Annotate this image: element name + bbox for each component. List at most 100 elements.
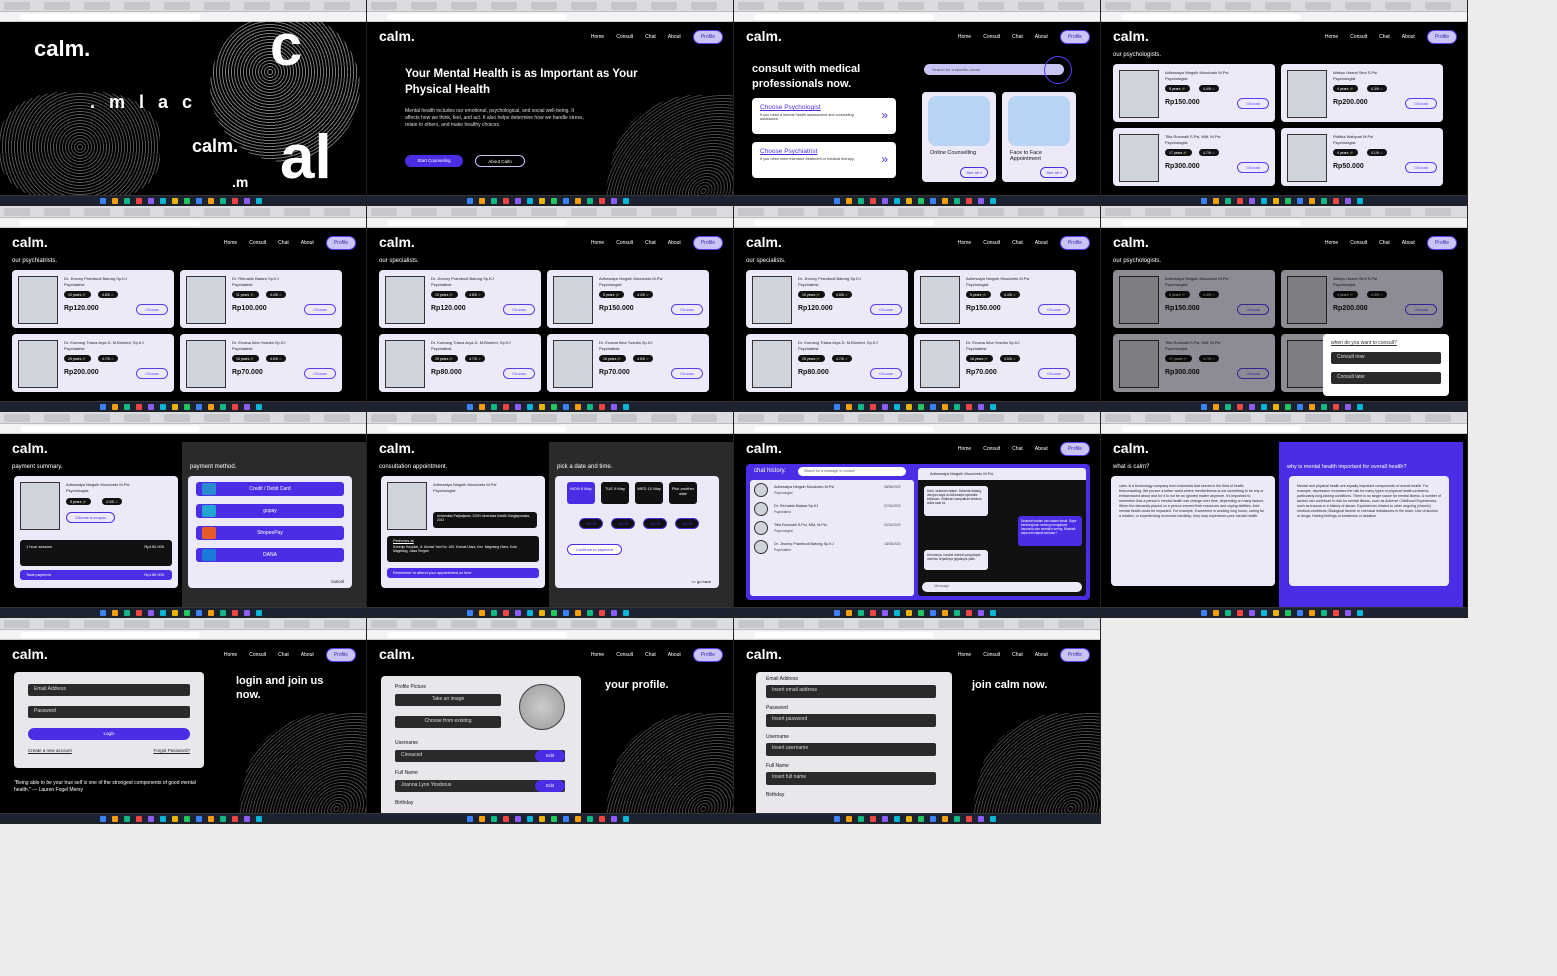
browser-tab[interactable]	[1058, 208, 1084, 216]
browser-tab[interactable]	[4, 208, 30, 216]
nav-home[interactable]: Home	[224, 240, 237, 246]
taskbar-app-icon[interactable]	[479, 404, 485, 410]
take-image-button[interactable]: Take an image	[395, 694, 501, 706]
taskbar-app-icon[interactable]	[527, 404, 533, 410]
create-account-link[interactable]: Create a new account	[28, 748, 72, 753]
logo[interactable]: calm.	[746, 234, 782, 250]
browser-tab[interactable]	[651, 2, 677, 10]
browser-tab[interactable]	[84, 620, 110, 628]
nav-consult[interactable]: Consult	[1350, 34, 1367, 40]
edit-username-button[interactable]: Edit	[535, 750, 565, 762]
taskbar-app-icon[interactable]	[611, 816, 617, 822]
taskbar-app-icon[interactable]	[834, 816, 840, 822]
browser-tab[interactable]	[691, 208, 717, 216]
browser-tab[interactable]	[1018, 620, 1044, 628]
taskbar-app-icon[interactable]	[172, 816, 178, 822]
choose-button[interactable]: Choose	[1405, 98, 1437, 109]
browser-tab[interactable]	[818, 208, 844, 216]
nav-chat[interactable]: Chat	[1379, 34, 1390, 40]
taskbar-app-icon[interactable]	[870, 198, 876, 204]
nav-about[interactable]: About	[1035, 34, 1048, 40]
start-counseling-button[interactable]: Start Counseling	[405, 155, 463, 167]
profile-button[interactable]: Profile	[1059, 442, 1090, 456]
taskbar-app-icon[interactable]	[1309, 610, 1315, 616]
taskbar-app-icon[interactable]	[112, 610, 118, 616]
taskbar-app-icon[interactable]	[1213, 610, 1219, 616]
browser-tab[interactable]	[938, 414, 964, 422]
consult-now-button[interactable]: Consult now	[1331, 352, 1441, 364]
browser-tab[interactable]	[611, 2, 637, 10]
profile-button[interactable]: Profile	[692, 30, 723, 44]
see-all-button[interactable]: See all »	[960, 167, 988, 178]
browser-tab[interactable]	[4, 414, 30, 422]
doctor-card[interactable]: Adhesatya Ningsih Moodoeto M.Psi Psycholo…	[547, 270, 709, 328]
taskbar-app-icon[interactable]	[611, 198, 617, 204]
taskbar-app-icon[interactable]	[244, 198, 250, 204]
browser-tab[interactable]	[1058, 2, 1084, 10]
browser-tab[interactable]	[124, 620, 150, 628]
payment-method-option[interactable]: Credit / Debit Card	[196, 482, 344, 496]
logo[interactable]: calm.	[12, 646, 48, 662]
taskbar-app-icon[interactable]	[100, 198, 106, 204]
taskbar-app-icon[interactable]	[539, 816, 545, 822]
login-button[interactable]: Login	[28, 728, 190, 740]
taskbar-app-icon[interactable]	[587, 816, 593, 822]
browser-tab[interactable]	[1425, 414, 1451, 422]
taskbar-app-icon[interactable]	[160, 610, 166, 616]
url-field[interactable]	[754, 14, 934, 20]
browser-tab[interactable]	[858, 2, 884, 10]
doctor-card[interactable]: Dr. Komang Triana Arya D. M.Biomed, Sp.K…	[379, 334, 541, 392]
payment-method-option[interactable]: gopay	[196, 504, 344, 518]
taskbar-app-icon[interactable]	[551, 610, 557, 616]
see-all-button[interactable]: See all »	[1040, 167, 1068, 178]
taskbar-app-icon[interactable]	[503, 816, 509, 822]
browser-tab[interactable]	[204, 208, 230, 216]
taskbar-app-icon[interactable]	[611, 404, 617, 410]
profile-button[interactable]: Profile	[692, 648, 723, 662]
choose-coupon-button[interactable]: Choose a coupon	[66, 512, 116, 523]
nav-chat[interactable]: Chat	[1012, 446, 1023, 452]
taskbar-app-icon[interactable]	[244, 610, 250, 616]
taskbar-app-icon[interactable]	[100, 610, 106, 616]
taskbar-app-icon[interactable]	[918, 404, 924, 410]
nav-chat[interactable]: Chat	[278, 240, 289, 246]
doctor-card[interactable]: Dr. Reinaldo Batara Sp.KJ Psychiatrist 11 …	[180, 270, 342, 328]
logo[interactable]: calm.	[746, 28, 782, 44]
taskbar-app-icon[interactable]	[1297, 610, 1303, 616]
taskbar-app-icon[interactable]	[930, 404, 936, 410]
browser-tab[interactable]	[1145, 208, 1171, 216]
doctor-card[interactable]: Dr. Jhonny Prambudi Batong Sp.KJ Psychiat…	[746, 270, 908, 328]
browser-tab[interactable]	[778, 208, 804, 216]
nav-home[interactable]: Home	[591, 34, 604, 40]
taskbar-app-icon[interactable]	[1249, 610, 1255, 616]
browser-tab[interactable]	[1425, 2, 1451, 10]
taskbar-app-icon[interactable]	[1345, 198, 1351, 204]
logo[interactable]: calm.	[379, 440, 415, 456]
taskbar-app-icon[interactable]	[894, 404, 900, 410]
browser-tab[interactable]	[1345, 414, 1371, 422]
taskbar-app-icon[interactable]	[232, 816, 238, 822]
taskbar-app-icon[interactable]	[148, 816, 154, 822]
contact-name[interactable]: Dr. Jhonny Prambudi Batong Sp.KJ	[774, 542, 834, 546]
taskbar-app-icon[interactable]	[846, 198, 852, 204]
browser-tab[interactable]	[491, 620, 517, 628]
taskbar-app-icon[interactable]	[232, 198, 238, 204]
taskbar-app-icon[interactable]	[906, 404, 912, 410]
url-field[interactable]	[20, 632, 200, 638]
taskbar-app-icon[interactable]	[990, 404, 996, 410]
browser-tab[interactable]	[1058, 414, 1084, 422]
taskbar-app-icon[interactable]	[1225, 404, 1231, 410]
browser-tab[interactable]	[1145, 2, 1171, 10]
taskbar-app-icon[interactable]	[1225, 610, 1231, 616]
taskbar-app-icon[interactable]	[136, 816, 142, 822]
taskbar-app-icon[interactable]	[1345, 610, 1351, 616]
browser-tab[interactable]	[324, 620, 350, 628]
taskbar-app-icon[interactable]	[966, 816, 972, 822]
taskbar-app-icon[interactable]	[1285, 404, 1291, 410]
nav-home[interactable]: Home	[591, 652, 604, 658]
taskbar-app-icon[interactable]	[220, 198, 226, 204]
taskbar-app-icon[interactable]	[196, 610, 202, 616]
choose-button[interactable]: Choose	[304, 304, 336, 315]
browser-tab[interactable]	[284, 414, 310, 422]
doctor-card[interactable]: Dr. Komang Triana Arya D. M.Biomed, Sp.K…	[12, 334, 174, 392]
